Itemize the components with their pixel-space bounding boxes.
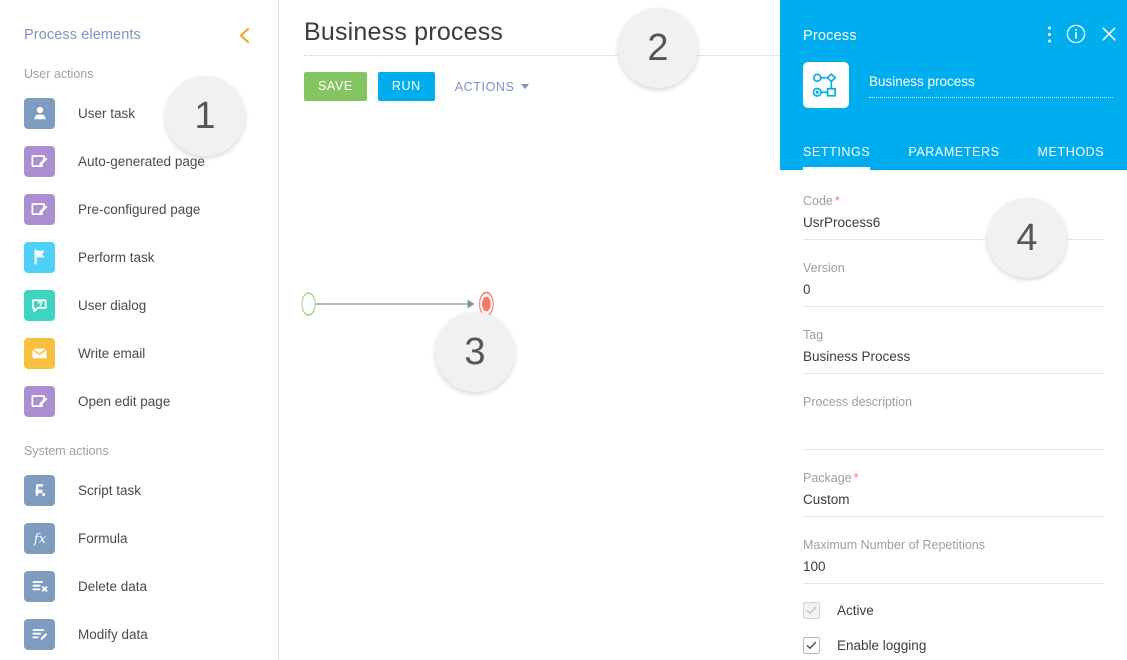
sidebar-item-label: User dialog xyxy=(78,297,147,313)
process-name-value: Business process xyxy=(869,73,975,89)
panel-title: Process xyxy=(803,28,857,44)
process-name-field[interactable]: Business process xyxy=(869,73,1113,98)
field-process-description: Process description xyxy=(803,395,1104,450)
business-process-flowchart-icon xyxy=(803,62,849,108)
sidebar-title: Process elements xyxy=(24,27,141,43)
sidebar-item-label: Write email xyxy=(78,345,146,361)
field-max-repetitions: Maximum Number of Repetitions 100 xyxy=(803,538,1104,584)
sidebar-item-auto-generated-page[interactable]: Auto-generated page xyxy=(0,137,278,185)
version-field[interactable]: 0 xyxy=(803,282,1104,307)
panel-header: Process Business process SETTINGS PARAME… xyxy=(780,0,1127,170)
open-edit-page-icon xyxy=(24,385,55,417)
active-checkbox xyxy=(803,602,820,619)
end-event-node-inner xyxy=(481,296,491,312)
checkbox-row-active[interactable]: Active xyxy=(803,602,1104,619)
field-package: Package * Custom xyxy=(803,471,1104,517)
sidebar-item-write-email[interactable]: Write email xyxy=(0,329,278,377)
settings-form: Code * UsrProcess6 Version 0 Tag Business… xyxy=(780,170,1127,660)
group-label-system-actions: System actions xyxy=(24,444,109,458)
perform-task-flag-icon xyxy=(24,241,55,273)
sidebar-item-pre-configured-page[interactable]: Pre-configured page xyxy=(0,185,278,233)
process-properties-panel: Process Business process SETTINGS PARAME… xyxy=(780,0,1127,660)
field-label: Version xyxy=(803,261,845,275)
sidebar-item-label: Delete data xyxy=(78,578,148,594)
package-field[interactable]: Custom xyxy=(803,492,1104,517)
sidebar-item-delete-data[interactable]: Delete data xyxy=(0,562,278,610)
user-dialog-icon xyxy=(24,289,55,321)
chevron-left-icon[interactable] xyxy=(234,25,254,45)
sidebar-item-label: Pre-configured page xyxy=(78,201,201,217)
sidebar-item-label: Script task xyxy=(78,482,142,498)
max-repetitions-field[interactable]: 100 xyxy=(803,559,1104,584)
sidebar-item-user-dialog[interactable]: User dialog xyxy=(0,281,278,329)
field-label-text: Code xyxy=(803,194,833,208)
script-task-icon xyxy=(24,474,55,506)
sidebar-item-label: Formula xyxy=(78,530,128,546)
field-label: Maximum Number of Repetitions xyxy=(803,538,986,552)
sidebar-item-script-task[interactable]: Script task xyxy=(0,466,278,514)
checkbox-label: Enable logging xyxy=(837,638,927,653)
auto-generated-page-icon xyxy=(24,145,55,177)
tab-settings[interactable]: SETTINGS xyxy=(803,145,871,170)
callout-badge-4: 4 xyxy=(987,198,1067,278)
close-icon[interactable] xyxy=(1100,25,1118,43)
field-label: Process description xyxy=(803,395,913,409)
sidebar-item-label: Auto-generated page xyxy=(78,153,205,169)
field-version: Version 0 xyxy=(803,261,1104,307)
sidebar-item-label: User task xyxy=(78,105,136,121)
field-label: Package * xyxy=(803,471,1104,485)
callout-badge-2: 2 xyxy=(618,8,698,88)
sidebar-item-label: Modify data xyxy=(78,626,148,642)
tag-field[interactable]: Business Process xyxy=(803,349,1104,374)
checkbox-row-enable-logging[interactable]: Enable logging xyxy=(803,637,1104,654)
user-task-icon xyxy=(24,97,55,129)
process-description-field[interactable] xyxy=(803,416,1104,450)
sidebar-item-label: Perform task xyxy=(78,249,155,265)
field-label: Tag xyxy=(803,328,824,342)
pre-configured-page-icon xyxy=(24,193,55,225)
sidebar-item-perform-task[interactable]: Perform task xyxy=(0,233,278,281)
required-marker: * xyxy=(834,194,840,208)
more-vertical-icon[interactable] xyxy=(1047,25,1052,44)
modify-data-icon xyxy=(24,618,55,650)
tab-methods[interactable]: METHODS xyxy=(1038,145,1105,170)
svg-text:fx: fx xyxy=(32,532,46,547)
bpmn-diagram[interactable] xyxy=(279,0,780,660)
checkbox-label: Active xyxy=(837,603,874,618)
write-email-icon xyxy=(24,337,55,369)
process-canvas-area: Business process SAVE RUN ACTIONS xyxy=(279,0,780,660)
sidebar-item-modify-data[interactable]: Modify data xyxy=(0,610,278,658)
sidebar-header: Process elements xyxy=(0,0,278,48)
enable-logging-checkbox xyxy=(803,637,820,654)
sidebar-item-open-edit-page[interactable]: Open edit page xyxy=(0,377,278,425)
panel-tabs: SETTINGS PARAMETERS METHODS xyxy=(780,145,1127,170)
field-label: Code * xyxy=(803,194,1104,208)
panel-process-identity: Business process xyxy=(803,62,1113,108)
delete-data-icon xyxy=(24,570,55,602)
info-icon[interactable] xyxy=(1066,24,1086,44)
required-marker: * xyxy=(853,471,859,485)
field-tag: Tag Business Process xyxy=(803,328,1104,374)
sidebar-item-label: Open edit page xyxy=(78,393,171,409)
panel-header-actions xyxy=(1047,24,1118,44)
formula-fx-icon: fx xyxy=(24,522,55,554)
callout-badge-3: 3 xyxy=(435,312,515,392)
start-event-node xyxy=(301,292,316,316)
group-label-user-actions: User actions xyxy=(24,67,94,81)
field-label-text: Package xyxy=(803,471,852,485)
tab-parameters[interactable]: PARAMETERS xyxy=(908,145,999,170)
callout-badge-1: 1 xyxy=(165,76,245,156)
sidebar-item-formula[interactable]: fx Formula xyxy=(0,514,278,562)
business-process-designer: Process elements User actions User task … xyxy=(0,0,1127,660)
